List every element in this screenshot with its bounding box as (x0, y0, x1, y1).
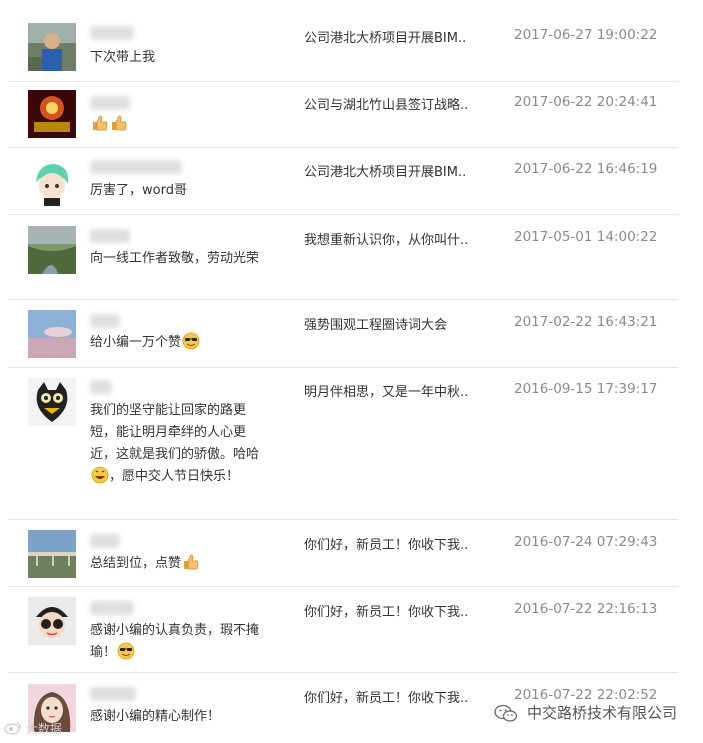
watermark-left: 大数据 (4, 720, 62, 737)
avatar[interactable] (28, 310, 76, 358)
sunglasses-emoji-icon (117, 642, 135, 660)
comment-row[interactable]: 我们的坚守能让回家的路更短，能让明月牵绊的人心更近，这就是我们的骄傲。哈哈，愿中… (8, 368, 678, 520)
article-title-link[interactable]: 你们好，新员工！你收下我.. (304, 534, 468, 553)
thumbs-up-icon (93, 115, 108, 131)
sunglasses-emoji-icon (182, 332, 200, 350)
comment-row[interactable]: 向一线工作者致敬，劳动光荣 我想重新认识你，从你叫什.. 2017-05-01 … (8, 215, 678, 300)
blurred-username (90, 96, 130, 110)
thumbs-up-icon (112, 115, 127, 131)
comment-time: 2017-06-22 20:24:41 (514, 94, 658, 110)
article-title-link[interactable]: 公司港北大桥项目开展BIM.. (304, 27, 466, 46)
watermark-left-text: 大数据 (25, 722, 62, 736)
avatar[interactable] (28, 158, 76, 206)
comment-time: 2016-09-15 17:39:17 (514, 381, 658, 397)
comment-row[interactable]: 厉害了，word哥 公司港北大桥项目开展BIM.. 2017-06-22 16:… (8, 148, 678, 215)
comment-text: 我们的坚守能让回家的路更短，能让明月牵绊的人心更近，这就是我们的骄傲。哈哈，愿中… (90, 403, 260, 484)
watermark-right: 中交路桥技术有限公司 (490, 700, 681, 725)
blurred-username (90, 314, 120, 328)
avatar[interactable] (28, 226, 76, 274)
article-title-link[interactable]: 你们好，新员工！你收下我.. (304, 687, 468, 706)
comment-row[interactable]: 给小编一万个赞 强势围观工程圈诗词大会 2017-02-22 16:43:21 (8, 300, 678, 368)
weibo-logo-icon (4, 722, 21, 735)
comment-list: 下次带上我 公司港北大桥项目开展BIM.. 2017-06-27 19:00:2… (8, 0, 678, 743)
blurred-username (90, 534, 120, 548)
comment-text: 总结到位，点赞 (90, 553, 272, 575)
blurred-username (90, 687, 136, 701)
grin-emoji-icon (91, 466, 109, 484)
comment-row[interactable]: 感谢小编的认真负责，瑕不掩瑜！ 你们好，新员工！你收下我.. 2016-07-2… (8, 587, 678, 673)
blurred-username (90, 26, 134, 40)
comment-row[interactable]: 下次带上我 公司港北大桥项目开展BIM.. 2017-06-27 19:00:2… (8, 0, 678, 82)
article-title-link[interactable]: 公司与湖北竹山县签订战略.. (304, 94, 468, 113)
comment-text: 给小编一万个赞 (90, 332, 272, 354)
comment-time: 2017-02-22 16:43:21 (514, 314, 658, 330)
comment-time: 2017-06-27 19:00:22 (514, 27, 658, 43)
avatar[interactable] (28, 530, 76, 578)
article-title-link[interactable]: 公司港北大桥项目开展BIM.. (304, 161, 466, 180)
blurred-username (90, 229, 130, 243)
avatar[interactable] (28, 90, 76, 138)
comment-text: 下次带上我 (90, 50, 156, 65)
avatar[interactable] (28, 23, 76, 71)
wechat-logo-icon (494, 704, 518, 722)
thumbs-up-icon (184, 554, 199, 570)
comment-text: 感谢小编的精心制作！ (90, 709, 221, 724)
avatar[interactable] (28, 378, 76, 426)
article-title-link[interactable]: 明月伴相思，又是一年中秋.. (304, 381, 468, 400)
comment-text: 感谢小编的认真负责，瑕不掩瑜！ (90, 623, 260, 660)
watermark-right-text: 中交路桥技术有限公司 (526, 704, 677, 722)
comment-time: 2016-07-22 22:16:13 (514, 601, 658, 617)
comment-time: 2016-07-24 07:29:43 (514, 534, 658, 550)
article-title-link[interactable]: 我想重新认识你，从你叫什.. (304, 229, 468, 248)
article-title-link[interactable]: 你们好，新员工！你收下我.. (304, 601, 468, 620)
comment-time: 2017-06-22 16:46:19 (514, 161, 658, 177)
comment-text (90, 114, 272, 136)
blurred-username (90, 160, 182, 174)
blurred-username (90, 380, 112, 394)
comment-text: 向一线工作者致敬，劳动光荣 (90, 251, 260, 266)
comment-row[interactable]: 公司与湖北竹山县签订战略.. 2017-06-22 20:24:41 (8, 82, 678, 148)
blurred-username (90, 601, 134, 615)
article-title-link[interactable]: 强势围观工程圈诗词大会 (304, 314, 447, 333)
comment-text: 厉害了，word哥 (90, 183, 187, 198)
avatar[interactable] (28, 597, 76, 645)
comment-time: 2017-05-01 14:00:22 (514, 229, 658, 245)
comment-row[interactable]: 总结到位，点赞 你们好，新员工！你收下我.. 2016-07-24 07:29:… (8, 520, 678, 587)
